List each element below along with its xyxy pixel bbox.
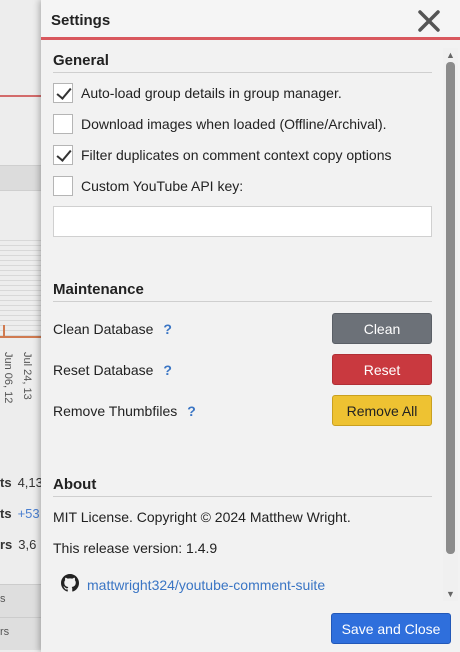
maintenance-row-clean: Clean Database ? Clean — [53, 308, 432, 349]
option-label: Download images when loaded (Offline/Arc… — [81, 115, 387, 132]
scroll-up-arrow-icon[interactable]: ▲ — [443, 48, 458, 62]
maintenance-label: Remove Thumbfiles — [53, 402, 178, 419]
option-custom-api-key[interactable]: Custom YouTube API key: — [53, 170, 432, 201]
option-label: Custom YouTube API key: — [81, 177, 244, 194]
option-download-images[interactable]: Download images when loaded (Offline/Arc… — [53, 108, 432, 139]
version-text: This release version: 1.4.9 — [53, 539, 218, 556]
save-and-close-button[interactable]: Save and Close — [331, 613, 451, 644]
github-repo-link[interactable]: mattwright324/youtube-comment-suite — [87, 577, 325, 593]
github-link-row: mattwright324/youtube-comment-suite — [53, 569, 432, 600]
settings-title: Settings — [51, 12, 111, 29]
clean-database-button[interactable]: Clean — [332, 313, 432, 344]
reset-database-button[interactable]: Reset — [332, 354, 432, 385]
license-text: MIT License. Copyright © 2024 Matthew Wr… — [53, 508, 351, 525]
option-label: Filter duplicates on comment context cop… — [81, 146, 392, 163]
api-key-field[interactable] — [53, 206, 432, 237]
close-icon[interactable] — [416, 8, 442, 34]
general-heading: General — [53, 52, 432, 73]
scroll-down-arrow-icon[interactable]: ▼ — [443, 587, 458, 601]
settings-panel: Settings General Auto-load group details… — [41, 0, 460, 652]
maintenance-row-thumbfiles: Remove Thumbfiles ? Remove All — [53, 390, 432, 431]
background-chart-line — [0, 336, 41, 338]
maintenance-row-reset: Reset Database ? Reset — [53, 349, 432, 390]
checkbox[interactable] — [53, 82, 73, 103]
background-tab-strip — [0, 165, 41, 191]
option-auto-load-group[interactable]: Auto-load group details in group manager… — [53, 77, 432, 108]
help-icon[interactable]: ? — [187, 403, 196, 419]
help-icon[interactable]: ? — [163, 321, 172, 337]
background-tick-label: Jul 24, 13 — [21, 352, 33, 400]
scroll-thumb[interactable] — [446, 62, 455, 554]
background-stat: rs 3,6 — [0, 537, 37, 552]
background-row: rs — [0, 617, 41, 650]
maintenance-heading: Maintenance — [53, 281, 432, 302]
background-stat: ts +53 — [0, 506, 40, 521]
checkbox[interactable] — [53, 144, 73, 165]
about-heading: About — [53, 476, 432, 497]
option-label: Auto-load group details in group manager… — [81, 84, 342, 101]
background-stat: ts 4,13 — [0, 475, 43, 490]
background-tick-label: Jun 06, 12 — [2, 352, 14, 404]
settings-content: General Auto-load group details in group… — [53, 52, 432, 600]
maintenance-label: Clean Database — [53, 320, 154, 337]
checkbox[interactable] — [53, 175, 73, 196]
background-row: s — [0, 584, 41, 617]
settings-scrollbar[interactable]: ▲ ▼ — [443, 48, 458, 601]
background-divider — [0, 95, 41, 97]
option-filter-duplicates[interactable]: Filter duplicates on comment context cop… — [53, 139, 432, 170]
background-chart — [0, 240, 41, 340]
settings-header: Settings — [41, 0, 460, 40]
maintenance-label: Reset Database — [53, 361, 154, 378]
github-icon — [61, 574, 79, 595]
remove-thumbfiles-button[interactable]: Remove All — [332, 395, 432, 426]
help-icon[interactable]: ? — [163, 362, 172, 378]
checkbox[interactable] — [53, 113, 73, 134]
